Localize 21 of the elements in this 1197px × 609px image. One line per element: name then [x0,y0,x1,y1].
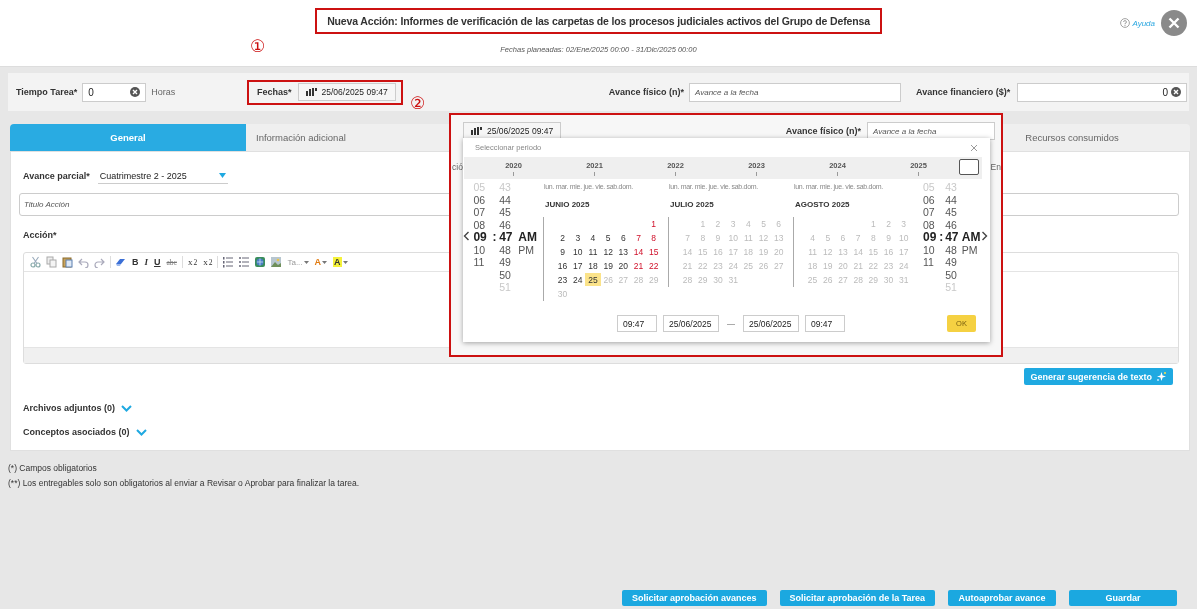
time-separator: : [939,231,944,244]
month-title: AGOSTO 2025 [794,199,851,211]
footnote: (**) Los entregables solo son obligatorios al enviar a Revisar o Aprobar para finalizar la tarea. [8,478,361,488]
field-label: Avance físico (n)* [608,87,684,97]
month-title: JULIO 2025 [669,199,715,211]
annotation-number: ① [250,38,266,55]
footnote: (*) Campos obligatorios [8,463,98,473]
partial-text: En [990,162,1001,172]
month-title: JUNIO 2025 [544,199,591,211]
window-title: Nueva Acción: Informes de verificación de las carpetas de los procesos judiciales activos del Grupo de Defensa [327,15,870,27]
field-label: Acción* [23,230,57,240]
field-label: Fechas* [257,87,292,97]
field-label: Avance físico (n)* [785,126,861,136]
unit-label: Horas [151,87,176,97]
partial-text: ció [452,162,463,172]
field-label: Tiempo Tarea* [16,87,78,97]
field-label: Avance parcial* [23,171,90,181]
field-label: Avance financiero ($)* [916,87,1011,97]
range-dash: — [726,319,736,328]
time-separator: : [492,231,498,244]
annotation-number: ② [410,95,426,112]
